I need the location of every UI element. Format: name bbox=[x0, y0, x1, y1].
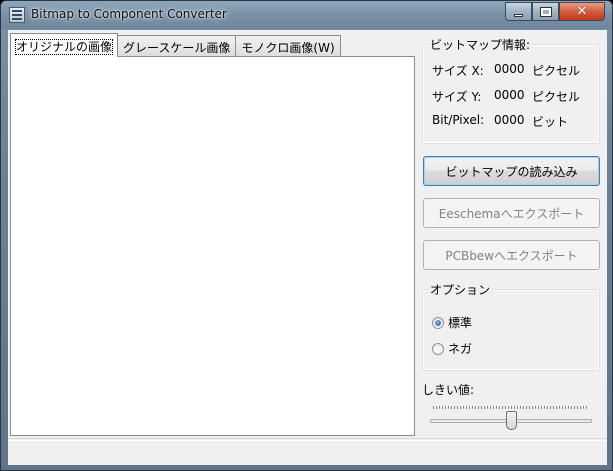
threshold-label: しきい値: bbox=[422, 383, 475, 397]
tab-grayscale-image[interactable]: グレースケール画像 bbox=[117, 35, 237, 57]
image-tabs: オリジナルの画像 グレースケール画像 モノクロ画像(W) bbox=[10, 33, 341, 57]
minimize-button[interactable] bbox=[505, 2, 532, 21]
size-y-row: サイズ Y: 0000 ピクセル bbox=[432, 88, 580, 105]
title-bar[interactable]: Bitmap to Component Converter ✕ bbox=[1, 1, 612, 29]
bit-per-pixel-unit: ビット bbox=[532, 115, 569, 129]
tab-monochrome-image[interactable]: モノクロ画像(W) bbox=[235, 35, 341, 57]
size-x-value: 0000 bbox=[494, 62, 525, 76]
minimize-icon bbox=[514, 13, 523, 17]
bit-per-pixel-label: Bit/Pixel: bbox=[432, 113, 485, 127]
threshold-slider-ticks bbox=[433, 406, 589, 409]
image-canvas[interactable] bbox=[10, 56, 415, 436]
window-title: Bitmap to Component Converter bbox=[31, 7, 227, 21]
options-title: オプション bbox=[428, 281, 493, 298]
size-y-label: サイズ Y: bbox=[432, 90, 482, 104]
close-icon: ✕ bbox=[576, 4, 588, 19]
radio-normal-indicator[interactable] bbox=[432, 316, 444, 329]
radio-normal-label: 標準 bbox=[448, 316, 473, 330]
options-group: オプション 標準 ネガ bbox=[422, 281, 600, 371]
tab-monochrome-image-label: モノクロ画像(W) bbox=[241, 41, 335, 55]
size-x-label: サイズ X: bbox=[432, 64, 484, 78]
tab-original-image[interactable]: オリジナルの画像 bbox=[10, 33, 119, 57]
bit-per-pixel-row: Bit/Pixel: 0000 ビット bbox=[432, 113, 568, 130]
tab-grayscale-image-label: グレースケール画像 bbox=[123, 41, 231, 55]
bit-per-pixel-value: 0000 bbox=[494, 113, 525, 127]
bitmap-info-group: ビットマップ情報: サイズ X: 0000 ピクセル サイズ Y: 0000 ピ… bbox=[422, 36, 600, 144]
close-button[interactable]: ✕ bbox=[559, 2, 605, 21]
maximize-icon bbox=[539, 6, 552, 17]
radio-negative-label: ネガ bbox=[448, 342, 473, 356]
load-bitmap-button[interactable]: ビットマップの読み込み bbox=[423, 156, 600, 186]
size-y-value: 0000 bbox=[494, 88, 525, 102]
radio-normal[interactable]: 標準 bbox=[432, 314, 472, 331]
bitmap-info-title: ビットマップ情報: bbox=[428, 36, 533, 53]
size-y-unit: ピクセル bbox=[532, 90, 581, 104]
client-area: オリジナルの画像 グレースケール画像 モノクロ画像(W) ビットマップ情報: サ… bbox=[8, 30, 607, 465]
export-eeschema-button[interactable]: Eeschemaへエクスポート bbox=[423, 198, 600, 228]
threshold-slider-thumb[interactable] bbox=[506, 411, 517, 430]
main-window: Bitmap to Component Converter ✕ オリジナルの画像… bbox=[0, 0, 613, 471]
tab-original-image-label: オリジナルの画像 bbox=[14, 39, 114, 55]
size-x-unit: ピクセル bbox=[532, 64, 581, 78]
radio-negative[interactable]: ネガ bbox=[432, 340, 472, 357]
size-x-row: サイズ X: 0000 ピクセル bbox=[432, 62, 580, 79]
status-bar bbox=[8, 438, 607, 465]
export-pcbnew-button[interactable]: PCBbewへエクスポート bbox=[423, 240, 600, 270]
maximize-button[interactable] bbox=[532, 2, 559, 21]
app-icon[interactable] bbox=[9, 7, 25, 23]
radio-negative-indicator[interactable] bbox=[432, 342, 444, 355]
